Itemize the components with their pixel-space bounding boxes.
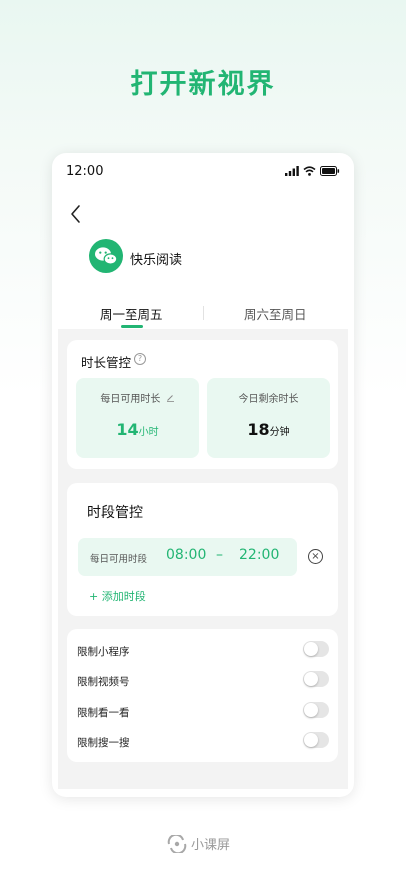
brand-logo-icon: [167, 834, 187, 853]
period-label: 每日可用时段: [90, 554, 148, 565]
daily-available-unit: 小时: [138, 427, 159, 438]
restriction-row-search: 限制搜一搜: [77, 732, 329, 754]
tab-weekend[interactable]: 周六至周日: [244, 304, 307, 323]
toggle-switch[interactable]: [303, 671, 329, 687]
restrictions-card: 限制小程序 限制视频号 限制看一看 限制搜一搜: [67, 629, 338, 762]
remaining-today-label: 今日剩余时长: [238, 394, 299, 405]
tab-weekdays[interactable]: 周一至周五: [100, 304, 163, 323]
question-circle-icon[interactable]: ?: [134, 353, 146, 365]
restriction-label: 限制小程序: [77, 646, 130, 658]
restriction-label: 限制视频号: [77, 676, 130, 688]
remaining-today-box: 今日剩余时长 18分钟: [207, 378, 330, 458]
battery-icon: [320, 166, 340, 176]
toggle-switch[interactable]: [303, 641, 329, 657]
restriction-row-top-stories: 限制看一看: [77, 702, 329, 724]
duration-control-title: 时长管控: [81, 355, 132, 370]
tab-bar: 周一至周五 周六至周日: [52, 301, 354, 329]
wechat-icon: [89, 239, 123, 273]
toggle-switch[interactable]: [303, 732, 329, 748]
phone-frame: 12:00 快乐阅读 周一至周五 周六至周日 时长管控 ? 每日可用时长 14小…: [52, 153, 354, 797]
signal-icon: [285, 166, 299, 176]
toggle-switch[interactable]: [303, 702, 329, 718]
status-time: 12:00: [66, 164, 104, 179]
chevron-left-icon[interactable]: [68, 203, 84, 225]
period-dash: –: [216, 547, 223, 563]
remaining-today-unit: 分钟: [269, 427, 290, 438]
period-row[interactable]: 每日可用时段 08:00 – 22:00: [78, 538, 297, 576]
period-control-title: 时段管控: [87, 505, 143, 521]
add-period-button[interactable]: + 添加时段: [89, 588, 146, 604]
daily-available-label: 每日可用时长: [100, 394, 161, 405]
tab-divider: [203, 306, 204, 320]
period-start-time[interactable]: 08:00: [166, 547, 206, 563]
pencil-icon[interactable]: [166, 393, 175, 402]
period-end-time[interactable]: 22:00: [239, 547, 279, 563]
brand-name: 小课屏: [191, 838, 231, 853]
period-control-card: 时段管控 每日可用时段 08:00 – 22:00 × + 添加时段: [67, 483, 338, 616]
status-bar: 12:00: [52, 153, 354, 191]
daily-available-box[interactable]: 每日可用时长 14小时: [76, 378, 199, 458]
brand-footer: 小课屏: [167, 834, 230, 853]
duration-control-card: 时长管控 ? 每日可用时长 14小时 今日剩余时长 18分钟: [67, 340, 338, 469]
headline: 打开新视界: [130, 69, 276, 100]
app-name: 快乐阅读: [130, 253, 183, 268]
close-circle-icon[interactable]: ×: [308, 549, 323, 564]
remaining-today-value: 18: [247, 420, 270, 439]
restriction-label: 限制看一看: [77, 707, 130, 719]
restriction-row-mini-programs: 限制小程序: [77, 641, 329, 663]
daily-available-value: 14: [116, 420, 139, 439]
restriction-label: 限制搜一搜: [77, 737, 130, 749]
restriction-row-channels: 限制视频号: [77, 671, 329, 693]
wifi-icon: [303, 166, 316, 176]
tab-indicator: [121, 325, 143, 328]
